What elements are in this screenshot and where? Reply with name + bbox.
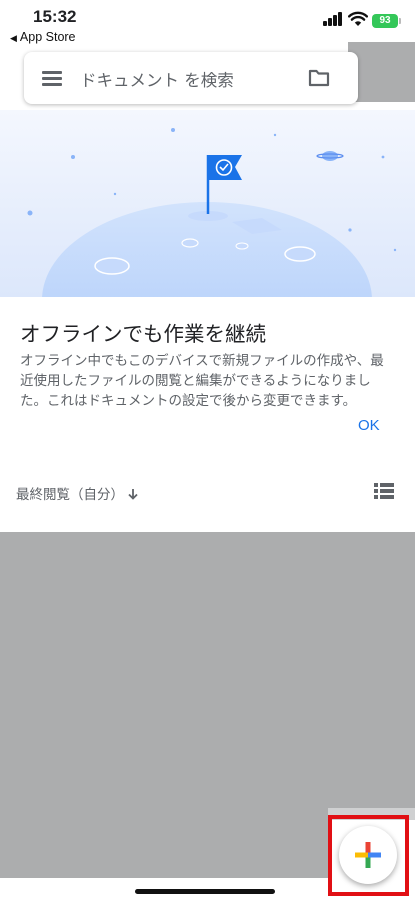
dim-overlay-top-right — [348, 42, 415, 102]
sort-label: 最終閲覧（自分） — [16, 487, 124, 503]
folder-icon[interactable] — [308, 68, 330, 88]
new-document-fab[interactable] — [339, 826, 397, 884]
search-input[interactable]: ドキュメント を検索 — [80, 67, 234, 91]
battery-icon: 93 — [372, 14, 398, 28]
status-bar: 15:32 ◀ App Store 93 — [0, 0, 415, 46]
card-description: オフライン中でもこのデバイスで新規ファイルの作成や、最近使用したファイルの閲覧と… — [20, 353, 384, 409]
dim-overlay-bottom — [0, 808, 328, 878]
offline-illustration — [0, 110, 415, 297]
back-triangle-icon: ◀ — [10, 33, 17, 43]
battery-nub — [399, 18, 401, 24]
card-title: オフラインでも作業を継続 — [20, 322, 266, 346]
ok-button[interactable]: OK — [358, 417, 380, 434]
home-indicator — [135, 889, 275, 894]
sort-selector[interactable]: 最終閲覧（自分） — [16, 483, 139, 503]
back-to-app-store[interactable]: ◀ App Store — [10, 30, 76, 44]
dim-overlay — [0, 532, 415, 808]
hamburger-menu-icon[interactable] — [42, 71, 62, 86]
back-app-label: App Store — [19, 30, 76, 44]
wifi-icon — [348, 11, 368, 26]
offline-info-card: オフラインでも作業を継続 オフライン中でもこのデバイスで新規ファイルの作成や、最… — [0, 297, 415, 532]
list-view-icon[interactable] — [374, 483, 394, 499]
search-bar[interactable]: ドキュメント を検索 — [24, 52, 358, 104]
cellular-signal-icon — [323, 12, 343, 26]
status-time: 15:32 — [33, 7, 77, 26]
plus-icon — [355, 842, 381, 868]
arrow-down-icon — [127, 487, 139, 503]
